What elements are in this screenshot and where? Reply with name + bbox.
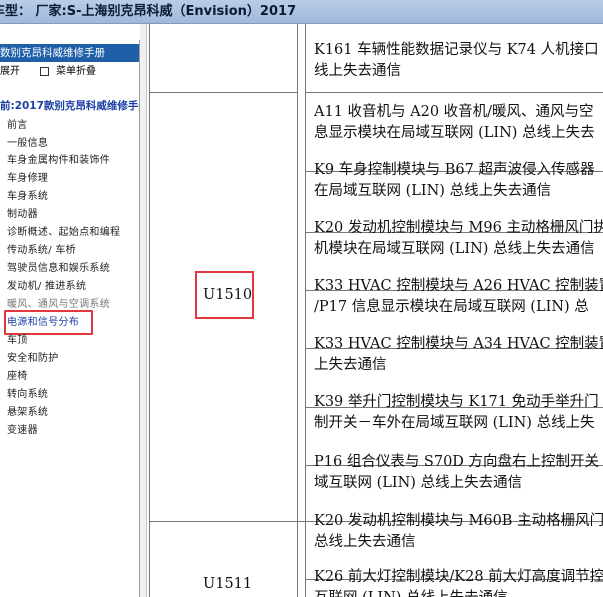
dtc-description: K33 HVAC 控制模块与 A34 HVAC 控制装置 上失去通信 xyxy=(314,336,603,373)
manual-header[interactable]: 数别克昂科威维修手册 xyxy=(0,44,139,62)
collapse-menu-button[interactable]: 菜单折叠 xyxy=(56,64,96,80)
dtc-description: P16 组合仪表与 S70D 方向盘右上控制开关 域互联网 (LIN) 总线上失去… xyxy=(314,454,600,491)
tree-root[interactable]: 前:2017款别克昂科威维修手册 xyxy=(0,98,139,114)
table-border xyxy=(305,24,306,597)
tree-item[interactable]: 诊断概述、起始点和编程 xyxy=(7,225,120,241)
pane-gutter xyxy=(140,24,147,597)
dtc-table: K161 车辆性能数据记录仪与 K74 人机接口 线上失去通信 A11 收音机与 … xyxy=(149,24,603,597)
row-divider xyxy=(149,92,297,93)
expand-button[interactable]: 展开 xyxy=(0,64,20,80)
dtc-description: K26 前大灯控制模块/K28 前大灯高度调节控互联网 (LIN) 总线上失去通… xyxy=(314,569,603,597)
tree-item[interactable]: 车身金属构件和装饰件 xyxy=(7,153,110,169)
dtc-code: U1511 xyxy=(203,576,253,592)
tree-item[interactable]: 车身修理 xyxy=(7,171,48,187)
selected-item-highlight xyxy=(4,310,93,335)
dtc-description: K20 发动机控制模块与 M96 主动格栅风门执 机模块在局域互联网 (LIN) … xyxy=(314,220,603,257)
tree-item[interactable]: 转向系统 xyxy=(7,387,48,403)
dtc-description: K20 发动机控制模块与 M60B 主动格栅风门 总线上失去通信 xyxy=(314,513,603,550)
tree-item[interactable]: 传动系统/ 车桥 xyxy=(7,243,76,259)
tree-item[interactable]: 一般信息 xyxy=(7,136,48,152)
window-title-bar: 车型： 厂家:S-上海别克昂科威（Envision）2017 xyxy=(0,0,603,24)
dtc-description: K33 HVAC 控制模块与 A26 HVAC 控制装置/P17 信息显示模块在… xyxy=(314,278,603,315)
collapse-icon[interactable] xyxy=(40,67,49,76)
tree-item[interactable]: 悬架系统 xyxy=(7,405,48,421)
tree-item[interactable]: 座椅 xyxy=(7,369,28,385)
tree-item[interactable]: 发动机/ 推进系统 xyxy=(7,279,86,295)
dtc-description: K9 车身控制模块与 B67 超声波侵入传感器 在局域互联网 (LIN) 总线上失… xyxy=(314,162,595,199)
content-pane: K161 车辆性能数据记录仪与 K74 人机接口 线上失去通信 A11 收音机与 … xyxy=(140,24,603,597)
table-border xyxy=(297,24,298,597)
tree-item[interactable]: 车顶 xyxy=(7,333,28,349)
dtc-description: K161 车辆性能数据记录仪与 K74 人机接口 线上失去通信 xyxy=(314,42,599,79)
dtc-description: A11 收音机与 A20 收音机/暖风、通风与空 息显示模块在局域互联网 (LIN… xyxy=(314,104,595,141)
sidebar: 数别克昂科威维修手册 展开 菜单折叠 前:2017款别克昂科威维修手册 前言 一… xyxy=(0,40,140,597)
tree-item[interactable]: 安全和防护 xyxy=(7,351,59,367)
tree-item[interactable]: 车身系统 xyxy=(7,189,48,205)
tree-item[interactable]: 制动器 xyxy=(7,207,38,223)
dtc-description: K39 举升门控制模块与 K171 免动手举升门 制开关－车外在局域互联网 (LI… xyxy=(314,394,599,431)
tree-item[interactable]: 前言 xyxy=(7,118,28,134)
table-border xyxy=(149,24,150,597)
dtc-code: U1510 xyxy=(203,287,253,303)
window-title: 车型： 厂家:S-上海别克昂科威（Envision）2017 xyxy=(0,4,297,19)
row-divider xyxy=(305,92,603,93)
tree-item[interactable]: 变速器 xyxy=(7,423,38,439)
tree-item[interactable]: 驾驶员信息和娱乐系统 xyxy=(7,261,110,277)
